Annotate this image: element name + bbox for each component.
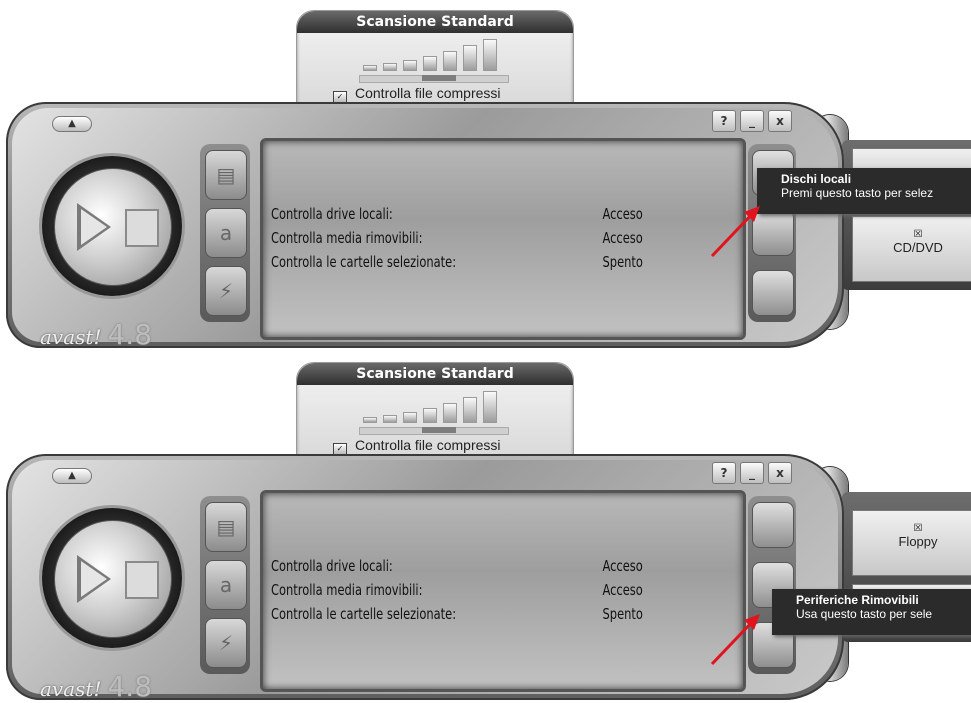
status-value: Acceso (602, 229, 643, 247)
status-label: Controlla le cartelle selezionate: (271, 253, 457, 271)
drawer-card-floppy[interactable]: ☒ Floppy (852, 510, 971, 576)
archive-checkbox-label: Controlla file compressi (355, 85, 501, 101)
annotation-arrow (710, 614, 760, 666)
play-icon-fill[interactable] (81, 561, 107, 597)
scan-profile-popup[interactable]: Scansione Standard ✓ Controlla file compr… (296, 10, 574, 108)
avast-logo: avast! 4.8 (40, 318, 152, 351)
help-button[interactable]: ? (712, 462, 736, 484)
start-scan-dial[interactable] (42, 156, 182, 296)
logo-text: avast! (40, 325, 102, 349)
scan-level-slider[interactable] (359, 75, 509, 83)
drive-drawer: ☒ CD/DVD (842, 140, 971, 290)
checkbox-icon[interactable]: ☒ (853, 229, 971, 240)
task-list-button[interactable]: ▤ (205, 502, 247, 552)
drawer-card-cddvd[interactable]: ☒ CD/DVD (852, 216, 971, 282)
status-value: Acceso (602, 557, 643, 575)
drawer-card-label: CD/DVD (893, 240, 943, 255)
start-scan-dial[interactable] (42, 508, 182, 648)
status-label: Controlla media rimovibili: (271, 581, 423, 599)
task-list-button[interactable]: ▤ (205, 150, 247, 200)
scan-profile-popup[interactable]: Scansione Standard ✓ Controlla file compr… (296, 362, 574, 460)
status-value: Acceso (602, 205, 643, 223)
minimize-button[interactable]: _ (740, 462, 764, 484)
eject-button[interactable]: ▲ (52, 468, 92, 484)
slider-thumb[interactable] (422, 427, 456, 433)
folders-button[interactable] (752, 270, 794, 316)
update-button[interactable]: ⚡ (205, 266, 247, 316)
tooltip-title: Periferiche Rimovibili (796, 593, 919, 607)
scan-level-slider[interactable] (359, 427, 509, 435)
annotation-arrow (710, 206, 760, 258)
tooltip-text: Usa questo tasto per sele (796, 607, 933, 621)
scan-profile-title: Scansione Standard (297, 363, 573, 385)
tooltip: Dischi locali Premi questo tasto per sel… (757, 168, 971, 214)
left-task-buttons: ▤ a ⚡ (200, 496, 250, 674)
version-label: 4.8 (107, 670, 153, 703)
archive-checkbox-label: Controlla file compressi (355, 437, 501, 453)
status-label: Controlla drive locali: (271, 557, 393, 575)
avast-window-top: Scansione Standard ✓ Controlla file compr… (0, 0, 971, 351)
local-disks-button[interactable] (752, 502, 794, 548)
avast-logo: avast! 4.8 (40, 670, 152, 703)
archive-checkbox[interactable]: ✓ Controlla file compressi (333, 85, 501, 103)
drawer-card-label: Floppy (898, 534, 938, 549)
avast-window-bottom: Scansione Standard ✓ Controlla file compr… (0, 352, 971, 703)
tooltip: Periferiche Rimovibili Usa questo tasto … (772, 589, 971, 635)
stop-icon[interactable] (125, 209, 159, 247)
update-button[interactable]: ⚡ (205, 618, 247, 668)
minimize-button[interactable]: _ (740, 110, 764, 132)
tooltip-title: Dischi locali (781, 172, 852, 186)
status-value: Spento (602, 253, 643, 271)
close-button[interactable]: x (768, 462, 792, 484)
avast-button[interactable]: a (205, 560, 247, 610)
status-label: Controlla le cartelle selezionate: (271, 605, 457, 623)
scan-level-bars[interactable] (363, 39, 507, 77)
version-label: 4.8 (107, 318, 153, 351)
eject-button[interactable]: ▲ (52, 116, 92, 132)
status-value: Acceso (602, 581, 643, 599)
checkbox-icon[interactable]: ☒ (853, 523, 971, 534)
help-button[interactable]: ? (712, 110, 736, 132)
close-button[interactable]: x (768, 110, 792, 132)
stop-icon[interactable] (125, 561, 159, 599)
status-screen: Controlla drive locali: Acceso Controlla… (260, 490, 746, 692)
avast-button[interactable]: a (205, 208, 247, 258)
status-screen: Controlla drive locali: Acceso Controlla… (260, 138, 746, 340)
left-task-buttons: ▤ a ⚡ (200, 144, 250, 322)
status-label: Controlla drive locali: (271, 205, 393, 223)
status-label: Controlla media rimovibili: (271, 229, 423, 247)
logo-text: avast! (40, 677, 102, 701)
tooltip-text: Premi questo tasto per selez (781, 186, 934, 200)
archive-checkbox[interactable]: ✓ Controlla file compressi (333, 437, 501, 455)
scan-profile-title: Scansione Standard (297, 11, 573, 33)
play-icon-fill[interactable] (81, 209, 107, 245)
status-value: Spento (602, 605, 643, 623)
scan-level-bars[interactable] (363, 391, 507, 429)
slider-thumb[interactable] (422, 75, 456, 81)
